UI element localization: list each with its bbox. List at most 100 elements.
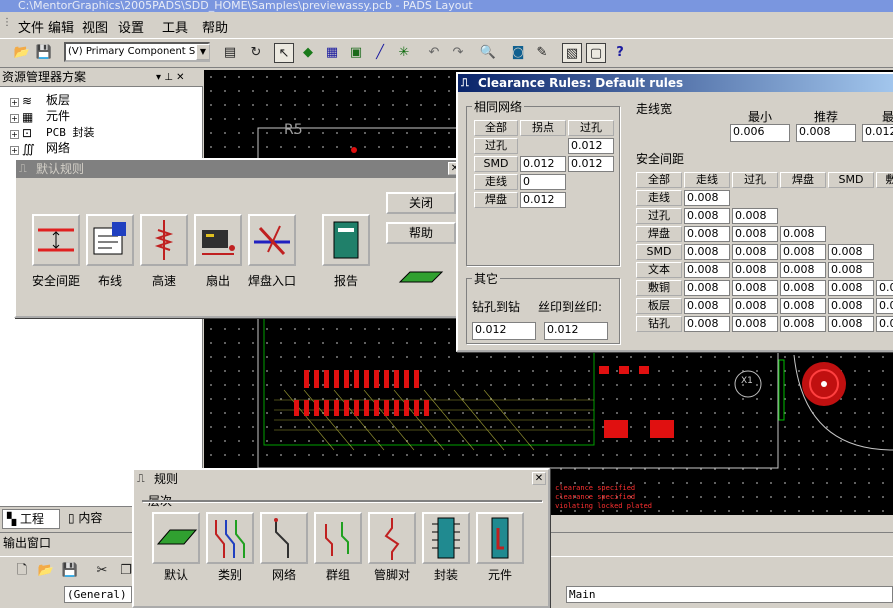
safety-row-header[interactable]: 板层 (636, 298, 682, 314)
rules-net-button[interactable] (260, 512, 308, 564)
same-net-trace-corner[interactable]: 0 (520, 174, 566, 190)
expand-icon[interactable]: + (10, 130, 19, 139)
undo-icon[interactable]: ↶ (424, 43, 444, 63)
safety-row-header[interactable]: 钻孔 (636, 316, 682, 332)
pad-entry-button[interactable] (248, 214, 296, 266)
same-net-row-smd[interactable]: SMD (474, 156, 518, 172)
safety-cell[interactable]: 0.008 (828, 280, 874, 296)
menu-setup[interactable]: 设置 (118, 17, 144, 36)
new-icon[interactable]: 🗋 (12, 561, 32, 581)
safety-cell[interactable]: 0.008 (732, 226, 778, 242)
safety-cell[interactable]: 0.0 (876, 280, 893, 296)
cut-icon[interactable]: ✂ (92, 561, 112, 581)
dimension-icon[interactable]: ✳ (394, 43, 414, 63)
chevron-down-icon[interactable]: ▼ (196, 44, 210, 60)
expand-icon[interactable]: + (10, 114, 19, 123)
rules-pin-pair-button[interactable] (368, 512, 416, 564)
safety-cell[interactable]: 0.008 (684, 244, 730, 260)
safety-cell[interactable]: 0.008 (684, 280, 730, 296)
select-arrow-icon[interactable]: ↖ (274, 43, 294, 63)
safety-cell[interactable]: 0.0 (876, 298, 893, 314)
safety-cell[interactable]: 0.008 (732, 244, 778, 260)
safety-cell[interactable]: 0.008 (732, 262, 778, 278)
menu-tools[interactable]: 工具 (162, 17, 188, 36)
trace-width-min-input[interactable]: 0.006 (730, 124, 790, 142)
close-button[interactable]: 关闭 (386, 192, 456, 214)
safety-cell[interactable]: 0.008 (684, 226, 730, 242)
pin-icon[interactable]: ▾ ⊥ ✕ (156, 68, 184, 87)
refresh-icon[interactable]: ↻ (246, 43, 266, 63)
layout-icon[interactable]: ▧ (562, 43, 582, 63)
silk-to-silk-input[interactable]: 0.012 (544, 322, 608, 340)
safety-row-header[interactable]: 焊盘 (636, 226, 682, 242)
drill-to-drill-input[interactable]: 0.012 (472, 322, 536, 340)
safety-row-header[interactable]: 敷铜 (636, 280, 682, 296)
safety-cell[interactable]: 0.008 (828, 244, 874, 260)
safety-cell[interactable]: 0.008 (732, 298, 778, 314)
help-button[interactable]: 帮助 (386, 222, 456, 244)
tree-item-components[interactable]: 元件 (46, 109, 70, 124)
safety-cell[interactable]: 0.008 (780, 298, 826, 314)
same-net-smd-via[interactable]: 0.012 (568, 156, 614, 172)
safety-cell[interactable]: 0.008 (780, 244, 826, 260)
object-combo[interactable]: (General) (64, 586, 132, 603)
menu-help[interactable]: 帮助 (202, 17, 228, 36)
safety-cell[interactable]: 0.008 (780, 226, 826, 242)
menu-view[interactable]: 视图 (82, 17, 108, 36)
layer-combo[interactable]: (V) Primary Component Side (64, 42, 210, 62)
safety-cell[interactable]: 0.008 (780, 280, 826, 296)
clearance-rules-button[interactable] (32, 214, 80, 266)
safety-cell[interactable]: 0.008 (732, 316, 778, 332)
safety-row-header[interactable]: 走线 (636, 190, 682, 206)
help-icon[interactable]: ? (610, 43, 630, 63)
save-icon[interactable]: 💾 (34, 43, 54, 63)
rules-default-button[interactable] (152, 512, 200, 564)
save-icon[interactable]: 💾 (60, 561, 80, 581)
report-button[interactable] (322, 214, 370, 266)
safety-cell[interactable]: 0.008 (828, 298, 874, 314)
view-icon[interactable]: ◙ (508, 43, 528, 63)
expand-icon[interactable]: + (10, 98, 19, 107)
safety-cell[interactable]: 0.008 (732, 208, 778, 224)
safety-row-header[interactable]: 文本 (636, 262, 682, 278)
safety-cell[interactable]: 0.008 (780, 316, 826, 332)
properties-icon[interactable]: ▤ (220, 43, 240, 63)
same-net-row-via[interactable]: 过孔 (474, 138, 518, 154)
tab-project[interactable]: ▚ 工程 (2, 509, 60, 529)
menu-edit[interactable]: 编辑 (48, 17, 74, 36)
trace-width-rec-input[interactable]: 0.008 (796, 124, 856, 142)
trace-width-max-input[interactable]: 0.012 (862, 124, 893, 142)
drafting-icon[interactable]: ▦ (322, 43, 342, 63)
rules-class-button[interactable] (206, 512, 254, 564)
fanout-button[interactable] (194, 214, 242, 266)
safety-row-header[interactable]: SMD (636, 244, 682, 260)
rules-decal-button[interactable] (422, 512, 470, 564)
expand-icon[interactable]: + (10, 146, 19, 155)
tab-content[interactable]: ▯ 内容 (64, 509, 130, 529)
open-icon[interactable]: 📂 (12, 43, 32, 63)
safety-cell[interactable]: 0.008 (828, 316, 874, 332)
open-icon[interactable]: 📂 (36, 561, 56, 581)
proc-combo[interactable]: Main (566, 586, 893, 603)
safety-cell[interactable]: 0.008 (732, 280, 778, 296)
routing-rules-button[interactable] (86, 214, 134, 266)
ecoform-icon[interactable]: ▣ (346, 43, 366, 63)
zoom-icon[interactable]: 🔍 (478, 43, 498, 63)
safety-cell[interactable]: 0.008 (684, 298, 730, 314)
same-net-smd-corner[interactable]: 0.012 (520, 156, 566, 172)
route-icon[interactable]: ╱ (370, 43, 390, 63)
same-net-all-button[interactable]: 全部 (474, 120, 518, 136)
close-icon[interactable]: ✕ (532, 472, 546, 485)
rules-component-button[interactable] (476, 512, 524, 564)
safety-cell[interactable]: 0.008 (684, 208, 730, 224)
tree-item-nets[interactable]: 网络 (46, 141, 70, 156)
safety-all-button[interactable]: 全部 (636, 172, 682, 188)
same-net-row-trace[interactable]: 走线 (474, 174, 518, 190)
safety-cell[interactable]: 0.008 (780, 262, 826, 278)
menu-file[interactable]: 文件 (18, 17, 44, 36)
safety-row-header[interactable]: 过孔 (636, 208, 682, 224)
design-toolbar-icon[interactable]: ◆ (298, 43, 318, 63)
same-net-pad-corner[interactable]: 0.012 (520, 192, 566, 208)
high-speed-button[interactable] (140, 214, 188, 266)
window-icon[interactable]: ▢ (586, 43, 606, 63)
